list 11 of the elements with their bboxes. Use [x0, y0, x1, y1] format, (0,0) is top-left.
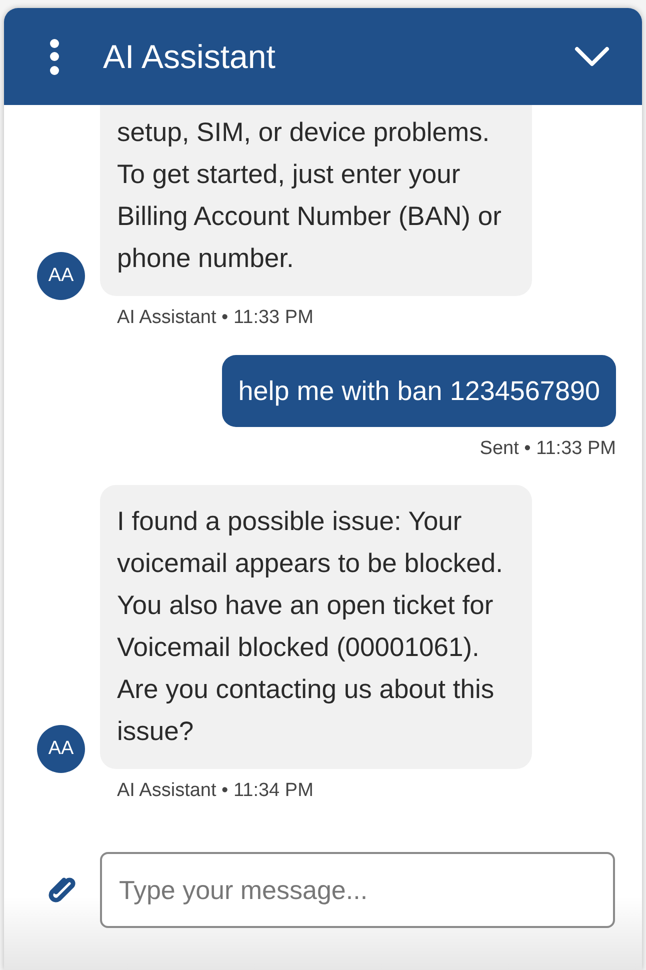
- avatar: AA: [37, 252, 85, 300]
- user-message: help me with ban 1234567890: [222, 354, 616, 426]
- assistant-message: setup, SIM, or device problems. To get started, just enter your Billing Account Number (BAN) or phone number.: [100, 105, 532, 296]
- chat-title: AI Assistant: [103, 36, 276, 77]
- message-meta: Sent • 11:33 PM: [480, 436, 616, 460]
- assistant-message: I found a possible issue: Your voicemail appears to be blocked. You also have an open ticket for Voicemail blocked (00001061). Are you contacting us about this issue?: [100, 485, 532, 769]
- message-meta: AI Assistant • 11:33 PM: [117, 306, 314, 330]
- collapse-chevron-icon[interactable]: [574, 46, 610, 68]
- message-input[interactable]: Type your message...: [100, 852, 615, 928]
- avatar: AA: [37, 725, 85, 773]
- message-meta: AI Assistant • 11:34 PM: [117, 779, 314, 803]
